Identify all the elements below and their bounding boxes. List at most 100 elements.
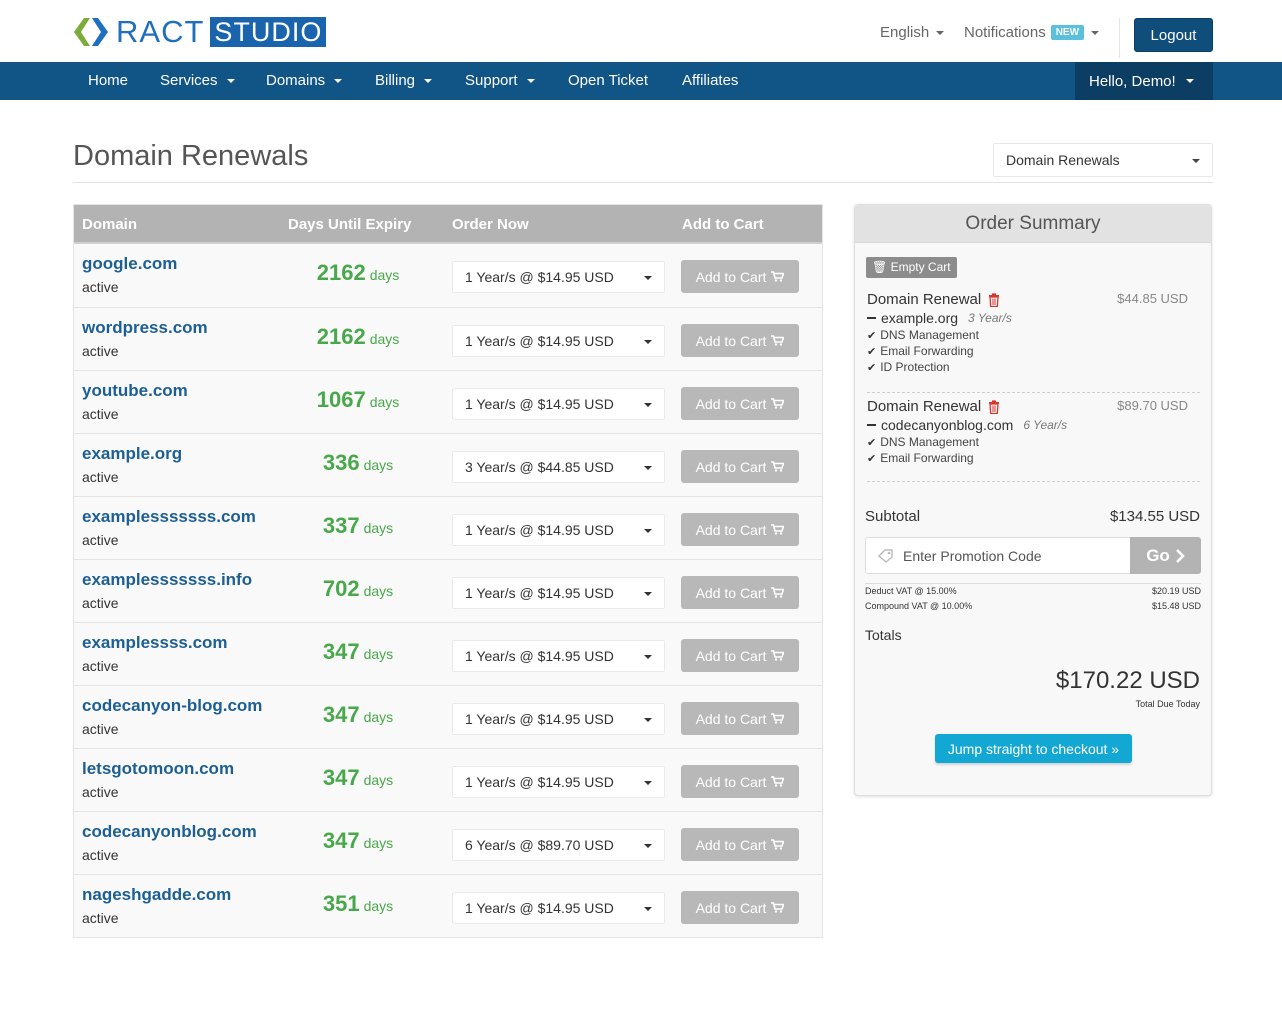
days-until-expiry: 2162 days: [274, 324, 442, 350]
notifications-dropdown[interactable]: Notifications NEW: [964, 24, 1100, 41]
nav-affiliates[interactable]: Affiliates: [682, 62, 738, 100]
add-to-cart-label: Add to Cart: [695, 899, 767, 916]
renewals-table: Domain Days Until Expiry Order Now Add t…: [73, 204, 823, 938]
nav-domains[interactable]: Domains: [266, 62, 343, 100]
summary-item: Domain Renewal $44.85 USD example.org 3 Y…: [867, 291, 1200, 374]
divider: [865, 583, 1201, 584]
domain-status: active: [82, 279, 119, 295]
addon-label: Email Forwarding: [880, 344, 974, 358]
cart-icon: [771, 900, 786, 916]
domain-link[interactable]: letsgotomoon.com: [82, 759, 234, 779]
domain-link[interactable]: nageshgadde.com: [82, 885, 231, 905]
empty-cart-label: Empty Cart: [890, 260, 951, 274]
header-domain: Domain: [82, 216, 138, 233]
add-to-cart-button[interactable]: Add to Cart: [681, 260, 799, 293]
days-until-expiry: 347 days: [274, 639, 442, 665]
renewal-period-select[interactable]: 3 Year/s @ $44.85 USD: [452, 451, 665, 483]
renewal-period-select[interactable]: 1 Year/s @ $14.95 USD: [452, 388, 665, 420]
add-to-cart-button[interactable]: Add to Cart: [681, 576, 799, 609]
domain-link[interactable]: wordpress.com: [82, 318, 208, 338]
table-row: examplesssssss.info active 702 days 1 Year/s…: [74, 559, 822, 622]
nav-billing[interactable]: Billing: [375, 62, 433, 100]
check-icon: ✔: [867, 329, 877, 342]
days-label: days: [363, 709, 394, 725]
chevron-down-icon: [1185, 79, 1194, 83]
renewal-period-select[interactable]: 1 Year/s @ $14.95 USD: [452, 261, 665, 293]
add-to-cart-button[interactable]: Add to Cart: [681, 891, 799, 924]
domain-link[interactable]: example.org: [82, 444, 182, 464]
renewal-period-select[interactable]: 1 Year/s @ $14.95 USD: [452, 325, 665, 357]
chevron-down-icon: [526, 79, 535, 83]
domain-link[interactable]: examplesssssss.info: [82, 570, 252, 590]
nav-open-ticket[interactable]: Open Ticket: [568, 62, 648, 100]
domain-status: active: [82, 343, 119, 359]
tag-icon: [878, 548, 893, 563]
add-to-cart-label: Add to Cart: [695, 773, 767, 790]
days-label: days: [369, 331, 400, 347]
item-years: 3 Year/s: [968, 311, 1012, 325]
logout-button[interactable]: Logout: [1134, 18, 1213, 52]
addon-label: DNS Management: [880, 328, 979, 342]
renewal-period-value: 1 Year/s @ $14.95 USD: [465, 396, 614, 412]
add-to-cart-button[interactable]: Add to Cart: [681, 513, 799, 546]
add-to-cart-label: Add to Cart: [695, 332, 767, 349]
domain-link[interactable]: codecanyonblog.com: [82, 822, 257, 842]
remove-trash-icon[interactable]: [988, 292, 1000, 307]
totals-label: Totals: [865, 627, 902, 643]
renewal-period-select[interactable]: 1 Year/s @ $14.95 USD: [452, 640, 665, 672]
nav-services[interactable]: Services: [160, 62, 235, 100]
add-to-cart-label: Add to Cart: [695, 268, 767, 285]
add-to-cart-label: Add to Cart: [695, 836, 767, 853]
renewal-period-select[interactable]: 1 Year/s @ $14.95 USD: [452, 892, 665, 924]
renewal-period-select[interactable]: 1 Year/s @ $14.95 USD: [452, 577, 665, 609]
checkout-button[interactable]: Jump straight to checkout »: [935, 734, 1132, 763]
add-to-cart-button[interactable]: Add to Cart: [681, 702, 799, 735]
domain-link[interactable]: examplessss.com: [82, 633, 228, 653]
domain-link[interactable]: examplesssssss.com: [82, 507, 256, 527]
empty-cart-button[interactable]: 🗑 Empty Cart: [866, 257, 957, 278]
notifications-label: Notifications: [964, 24, 1046, 41]
cart-icon: [771, 522, 786, 538]
renewal-period-select[interactable]: 1 Year/s @ $14.95 USD: [452, 766, 665, 798]
brand-logo[interactable]: RACT STUDIO: [72, 16, 327, 48]
add-to-cart-button[interactable]: Add to Cart: [681, 765, 799, 798]
renewal-period-select[interactable]: 1 Year/s @ $14.95 USD: [452, 703, 665, 735]
add-to-cart-label: Add to Cart: [695, 521, 767, 538]
days-until-expiry: 702 days: [274, 576, 442, 602]
domain-link[interactable]: google.com: [82, 254, 177, 274]
remove-trash-icon[interactable]: [988, 399, 1000, 414]
nav-support[interactable]: Support: [465, 62, 535, 100]
days-until-expiry: 2162 days: [274, 260, 442, 286]
add-to-cart-button[interactable]: Add to Cart: [681, 387, 799, 420]
page-title: Domain Renewals: [73, 140, 309, 172]
tax-line: Deduct VAT @ 15.00% $20.19 USD: [865, 586, 1201, 596]
days-value: 337: [322, 513, 360, 538]
add-to-cart-button[interactable]: Add to Cart: [681, 639, 799, 672]
days-value: 347: [322, 639, 360, 664]
domain-link[interactable]: youtube.com: [82, 381, 188, 401]
nav-label: Open Ticket: [568, 72, 649, 89]
promo-go-button[interactable]: Go: [1130, 537, 1201, 574]
header-cart: Add to Cart: [682, 216, 764, 233]
main-nav: Home Services Domains Billing Support Op…: [0, 62, 1282, 100]
page-view-select[interactable]: Domain Renewals: [993, 143, 1213, 177]
promo-code-input[interactable]: Enter Promotion Code: [865, 537, 1130, 574]
account-menu[interactable]: Hello, Demo!: [1075, 62, 1213, 100]
renewal-period-select[interactable]: 1 Year/s @ $14.95 USD: [452, 514, 665, 546]
table-row: example.org active 336 days 3 Year/s @ $44.8…: [74, 433, 822, 496]
add-to-cart-button[interactable]: Add to Cart: [681, 450, 799, 483]
domain-link[interactable]: codecanyon-blog.com: [82, 696, 262, 716]
add-to-cart-button[interactable]: Add to Cart: [681, 324, 799, 357]
summary-title: Order Summary: [855, 205, 1211, 243]
add-to-cart-button[interactable]: Add to Cart: [681, 828, 799, 861]
language-dropdown[interactable]: English: [880, 24, 945, 41]
check-icon: ✔: [867, 345, 877, 358]
item-years: 6 Year/s: [1023, 418, 1068, 432]
chevron-down-icon: [644, 655, 652, 659]
table-row: codecanyon-blog.com active 347 days 1 Year/s…: [74, 685, 822, 748]
renewal-period-select[interactable]: 6 Year/s @ $89.70 USD: [452, 829, 665, 861]
renewal-period-value: 1 Year/s @ $14.95 USD: [465, 900, 614, 916]
nav-home[interactable]: Home: [88, 62, 128, 100]
tax-value: $20.19 USD: [1151, 586, 1201, 596]
brand-studio: STUDIO: [210, 17, 327, 47]
